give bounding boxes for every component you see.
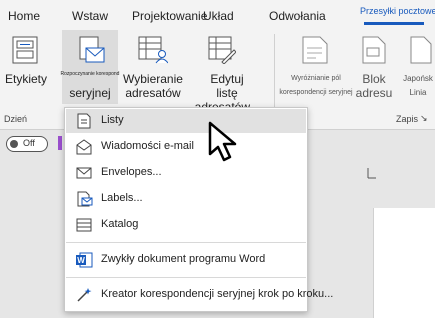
menu-item-directory[interactable]: Katalog [66, 213, 306, 237]
labels-icon [75, 191, 93, 207]
menu-item-normal-word-document[interactable]: W Zwykły dokument programu Word [66, 248, 306, 272]
menu-item-label: Labels... [101, 192, 143, 204]
start-mail-merge-label-top: Rozpoczynanie korespond [60, 71, 120, 77]
toggle-label: Off [23, 138, 35, 148]
tab-design[interactable]: Projektowanie [132, 9, 207, 23]
start-mail-merge-icon [77, 36, 105, 66]
tab-home[interactable]: Home [8, 9, 40, 23]
menu-item-envelopes[interactable]: Envelopes... [66, 161, 306, 185]
toggle-switch[interactable]: Off [6, 136, 48, 152]
menu-item-label: Zwykły dokument programu Word [101, 253, 266, 265]
edit-recipient-list-label-1: Edytuj [210, 72, 244, 86]
menu-item-label: Katalog [101, 218, 139, 230]
accent-strip [58, 136, 62, 150]
envelope-icon [75, 165, 93, 181]
menu-item-letters[interactable]: Listy [66, 109, 306, 133]
svg-text:W: W [77, 256, 85, 265]
select-recipients-button[interactable]: Wybieranie adresatów [122, 72, 184, 100]
address-block-label-1: Blok [362, 72, 386, 86]
japanese-greeting-button[interactable]: Japońsk Linia [396, 72, 435, 100]
group-dialog-launcher-icon[interactable]: ↘ [420, 113, 428, 124]
highlight-merge-fields-label-1: Wyróżnianie pól [291, 75, 341, 82]
start-mail-merge-menu: Listy Wiadomości e-mail Envelopes... Lab… [64, 107, 333, 312]
tab-mailings[interactable]: Przesyłki pocztowe [360, 6, 435, 16]
select-recipients-label-1: Wybieranie [123, 72, 183, 86]
highlight-merge-fields-label-2: korespondencji seryjnej [279, 89, 353, 96]
tab-bar: Home Wstaw Projektowanie Układ Odwołania… [0, 0, 435, 28]
active-tab-indicator [364, 22, 424, 25]
japanese-greeting-label-1: Japońsk [403, 74, 433, 83]
menu-separator [66, 242, 306, 243]
group-label-right: Zapis [396, 114, 419, 124]
select-recipients-icon [138, 36, 169, 64]
start-mail-merge-button[interactable]: Rozpoczynanie korespond seryjnej [61, 30, 119, 104]
letter-icon [75, 113, 93, 129]
mouse-cursor-icon [207, 120, 243, 164]
email-envelope-icon [75, 139, 93, 155]
document-page[interactable] [373, 208, 435, 318]
menu-item-email[interactable]: Wiadomości e-mail [66, 135, 306, 159]
japanese-greeting-icon [410, 36, 432, 64]
start-mail-merge-label: seryjnej [69, 86, 111, 100]
labels-icon [12, 36, 38, 64]
menu-item-labels[interactable]: Labels... [66, 187, 306, 211]
wizard-icon [75, 287, 93, 303]
highlight-merge-fields-icon [302, 36, 328, 64]
labels-button[interactable]: Etykiety [2, 72, 50, 86]
tab-layout[interactable]: Układ [203, 9, 234, 23]
menu-item-label: Listy [101, 114, 124, 126]
address-block-button[interactable]: Blok adresu [352, 72, 396, 100]
japanese-greeting-label-2: Linia [409, 88, 427, 97]
tab-insert[interactable]: Wstaw [72, 9, 108, 23]
word-document-icon: W [75, 252, 93, 268]
menu-item-mail-merge-wizard[interactable]: Kreator korespondencji seryjnej krok po … [66, 283, 333, 307]
edit-recipient-list-icon [208, 36, 237, 65]
address-block-icon [362, 36, 386, 64]
menu-item-label: Envelopes... [101, 166, 162, 178]
ruler [306, 166, 435, 180]
select-recipients-label-2: adresatów [125, 86, 181, 100]
menu-separator [66, 277, 306, 278]
tab-references[interactable]: Odwołania [269, 9, 326, 23]
menu-item-label: Kreator korespondencji seryjnej krok po … [101, 288, 334, 300]
menu-item-label: Wiadomości e-mail [101, 140, 194, 152]
address-block-label-2: adresu [355, 86, 393, 100]
directory-icon [75, 217, 93, 233]
group-label-left: Dzień [4, 114, 28, 124]
highlight-merge-fields-button[interactable]: Wyróżnianie pól korespondencji seryjnej [276, 72, 356, 100]
toggle-knob [10, 140, 18, 148]
